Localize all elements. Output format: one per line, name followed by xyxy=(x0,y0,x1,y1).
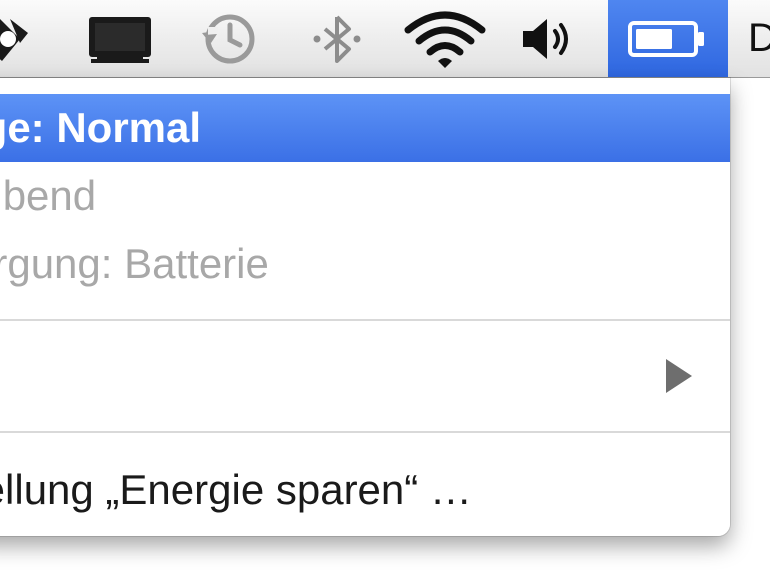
menu-separator xyxy=(0,431,730,433)
menu-item-power-source: orgung: Batterie xyxy=(0,230,730,298)
battery-icon[interactable] xyxy=(608,0,728,77)
volume-icon[interactable] xyxy=(514,0,580,77)
screen: D ige: Normal eibend orgung: Batterie te… xyxy=(0,0,770,578)
menu-item-display-normal[interactable]: ige: Normal xyxy=(0,94,730,162)
menu-item-submenu[interactable] xyxy=(0,342,730,410)
submenu-arrow-icon xyxy=(666,359,692,393)
menu-item-label: eibend xyxy=(0,172,97,219)
menu-item-label: tellung „Energie sparen“ … xyxy=(0,466,472,513)
menu-separator xyxy=(0,319,730,321)
display-icon[interactable] xyxy=(82,0,158,77)
menu-item-label: ige: Normal xyxy=(0,104,202,151)
clock-label[interactable]: D xyxy=(748,0,770,77)
menu-item-label: orgung: Batterie xyxy=(0,240,269,287)
time-machine-icon[interactable] xyxy=(190,0,266,77)
battery-dropdown-menu: ige: Normal eibend orgung: Batterie tell… xyxy=(0,78,730,536)
menu-bar: D xyxy=(0,0,770,78)
growl-icon[interactable] xyxy=(0,0,40,77)
wifi-icon[interactable] xyxy=(400,0,490,77)
menu-item-remaining: eibend xyxy=(0,162,730,230)
bluetooth-icon[interactable] xyxy=(304,0,370,77)
menu-item-open-energy-saver[interactable]: tellung „Energie sparen“ … xyxy=(0,456,730,524)
